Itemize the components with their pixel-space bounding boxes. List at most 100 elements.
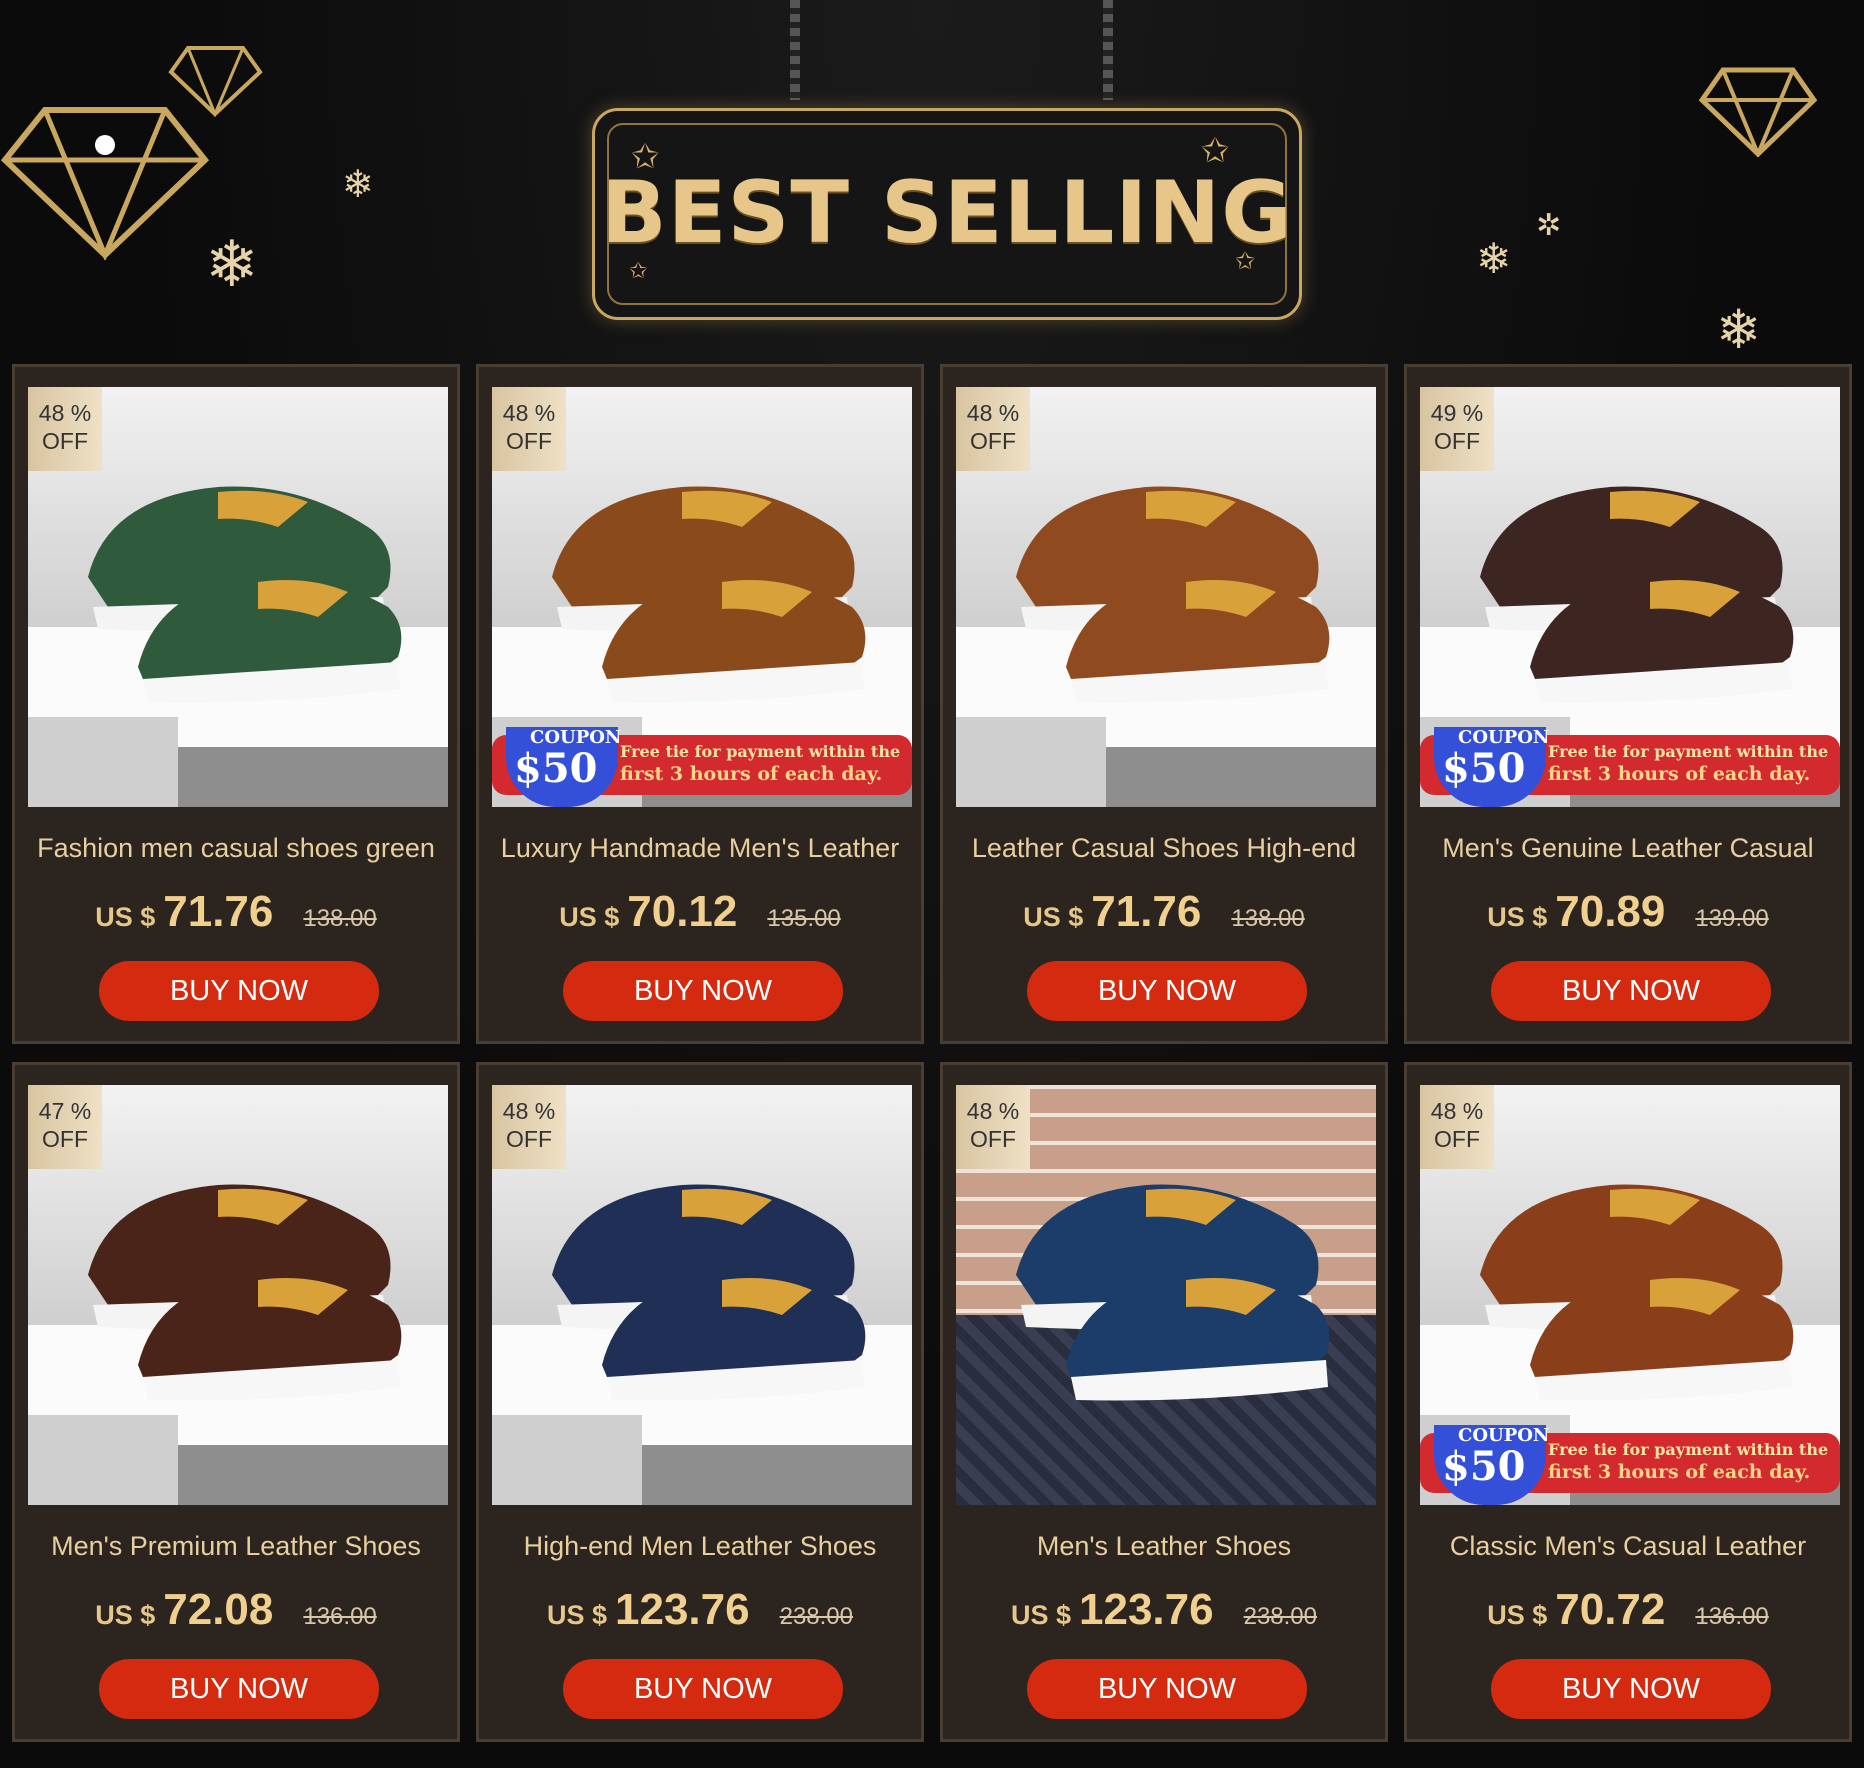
- product-image[interactable]: 48 % OFF: [956, 387, 1376, 807]
- coupon-amount: $50: [1442, 745, 1526, 792]
- shoe-image-icon: [552, 1184, 866, 1401]
- product-card[interactable]: 48 % OFF Men's Leather Shoes US $ 123.76…: [940, 1062, 1388, 1742]
- coupon-banner: COUPON $50 Free tie for payment within t…: [1420, 1425, 1840, 1505]
- best-selling-banner: ✩ ✩ ✩ ✩ BEST SELLING: [592, 108, 1302, 320]
- sale-price: 123.76: [615, 1585, 750, 1634]
- original-price: 138.00: [1231, 905, 1305, 932]
- coupon-amount: $50: [514, 745, 598, 792]
- buy-now-button[interactable]: BUY NOW: [1027, 961, 1307, 1021]
- product-image[interactable]: 49 % OFF COUPON $50 Free tie for payment…: [1420, 387, 1840, 807]
- product-title[interactable]: Men's Premium Leather Shoes: [15, 1531, 457, 1562]
- buy-now-button[interactable]: BUY NOW: [99, 961, 379, 1021]
- shoe-image-icon: [552, 486, 866, 703]
- snowflake-icon: ❄: [205, 228, 259, 302]
- snowflake-icon: ❄: [342, 162, 374, 206]
- product-title[interactable]: Leather Casual Shoes High-end: [943, 833, 1385, 864]
- product-title[interactable]: Men's Genuine Leather Casual: [1407, 833, 1849, 864]
- coupon-line-1: Free tie for payment within the: [1548, 742, 1829, 761]
- product-card[interactable]: 48 % OFF COUPON $50 Free tie for payment…: [476, 364, 924, 1044]
- currency-label: US $: [95, 902, 156, 932]
- discount-percent: 48 %: [38, 400, 92, 426]
- currency-label: US $: [559, 902, 620, 932]
- original-price: 238.00: [779, 1603, 853, 1630]
- coupon-line-1: Free tie for payment within the: [620, 742, 901, 761]
- discount-off-label: OFF: [42, 1126, 88, 1152]
- sale-price: 71.76: [163, 887, 274, 936]
- currency-label: US $: [1487, 902, 1548, 932]
- price-row: US $ 72.08 136.00: [15, 1585, 457, 1635]
- snowflake-icon: ❄: [1476, 234, 1512, 283]
- sale-price: 123.76: [1079, 1585, 1214, 1634]
- diamond-ornament-icon: [168, 46, 263, 117]
- coupon-banner: COUPON $50 Free tie for payment within t…: [1420, 727, 1840, 807]
- original-price: 136.00: [1695, 1603, 1769, 1630]
- sale-price: 70.12: [627, 887, 738, 936]
- buy-now-button[interactable]: BUY NOW: [563, 961, 843, 1021]
- discount-percent: 48 %: [502, 400, 556, 426]
- product-title[interactable]: Men's Leather Shoes: [943, 1531, 1385, 1562]
- discount-off-label: OFF: [1434, 1126, 1480, 1152]
- discount-percent: 48 %: [502, 1098, 556, 1124]
- product-card[interactable]: 49 % OFF COUPON $50 Free tie for payment…: [1404, 364, 1852, 1044]
- buy-now-button[interactable]: BUY NOW: [1491, 961, 1771, 1021]
- original-price: 238.00: [1243, 1603, 1317, 1630]
- sale-price: 70.72: [1555, 1585, 1666, 1634]
- shoe-image-icon: [88, 1184, 402, 1401]
- hanging-chain: [790, 0, 800, 100]
- coupon-line-1: Free tie for payment within the: [1548, 1440, 1829, 1459]
- sale-price: 70.89: [1555, 887, 1666, 936]
- product-card[interactable]: 48 % OFF Leather Casual Shoes High-end U…: [940, 364, 1388, 1044]
- discount-percent: 47 %: [38, 1098, 92, 1124]
- shoe-image-icon: [1480, 1184, 1794, 1401]
- coupon-line-2: first 3 hours of each day.: [1548, 1461, 1811, 1483]
- shoe-image-icon: [1016, 486, 1330, 703]
- discount-off-label: OFF: [1434, 428, 1480, 454]
- discount-percent: 49 %: [1430, 400, 1484, 426]
- price-row: US $ 71.76 138.00: [15, 887, 457, 937]
- product-image[interactable]: 48 % OFF: [28, 387, 448, 807]
- price-row: US $ 70.89 139.00: [1407, 887, 1849, 937]
- discount-off-label: OFF: [506, 1126, 552, 1152]
- product-image[interactable]: 48 % OFF: [956, 1085, 1376, 1505]
- diamond-ornament-icon: [1698, 67, 1818, 157]
- product-title[interactable]: Luxury Handmade Men's Leather: [479, 833, 921, 864]
- price-row: US $ 71.76 138.00: [943, 887, 1385, 937]
- buy-now-button[interactable]: BUY NOW: [1027, 1659, 1307, 1719]
- buy-now-button[interactable]: BUY NOW: [1491, 1659, 1771, 1719]
- product-image[interactable]: 48 % OFF: [492, 1085, 912, 1505]
- buy-now-button[interactable]: BUY NOW: [99, 1659, 379, 1719]
- buy-now-button[interactable]: BUY NOW: [563, 1659, 843, 1719]
- coupon-text: Free tie for payment within the first 3 …: [1548, 741, 1838, 785]
- discount-badge: 48 % OFF: [492, 1085, 566, 1169]
- product-title[interactable]: Fashion men casual shoes green: [15, 833, 457, 864]
- coupon-banner: COUPON $50 Free tie for payment within t…: [492, 727, 912, 807]
- snowflake-icon: ✲: [1536, 208, 1562, 243]
- product-image[interactable]: 48 % OFF COUPON $50 Free tie for payment…: [1420, 1085, 1840, 1505]
- product-title[interactable]: High-end Men Leather Shoes: [479, 1531, 921, 1562]
- product-card[interactable]: 48 % OFF COUPON $50 Free tie for payment…: [1404, 1062, 1852, 1742]
- discount-badge: 48 % OFF: [492, 387, 566, 471]
- discount-percent: 48 %: [966, 1098, 1020, 1124]
- shoe-image-icon: [1480, 486, 1794, 703]
- currency-label: US $: [95, 1600, 156, 1630]
- hanging-chain: [1103, 0, 1113, 100]
- snowflake-icon: ❄: [1716, 298, 1762, 361]
- original-price: 139.00: [1695, 905, 1769, 932]
- original-price: 135.00: [767, 905, 841, 932]
- discount-off-label: OFF: [42, 428, 88, 454]
- product-card[interactable]: 48 % OFF High-end Men Leather Shoes US $…: [476, 1062, 924, 1742]
- shoe-image-icon: [88, 486, 402, 703]
- discount-badge: 47 % OFF: [28, 1085, 102, 1169]
- currency-label: US $: [546, 1600, 608, 1630]
- discount-off-label: OFF: [970, 1126, 1016, 1152]
- currency-label: US $: [1023, 902, 1084, 932]
- discount-badge: 48 % OFF: [956, 1085, 1030, 1169]
- product-card[interactable]: 47 % OFF Men's Premium Leather Shoes US …: [12, 1062, 460, 1742]
- product-title[interactable]: Classic Men's Casual Leather: [1407, 1531, 1849, 1562]
- product-image[interactable]: 47 % OFF: [28, 1085, 448, 1505]
- price-row: US $ 123.76 238.00: [943, 1585, 1385, 1635]
- product-card[interactable]: 48 % OFF Fashion men casual shoes green …: [12, 364, 460, 1044]
- coupon-amount: $50: [1442, 1443, 1526, 1490]
- product-image[interactable]: 48 % OFF COUPON $50 Free tie for payment…: [492, 387, 912, 807]
- price-row: US $ 123.76 238.00: [479, 1585, 921, 1635]
